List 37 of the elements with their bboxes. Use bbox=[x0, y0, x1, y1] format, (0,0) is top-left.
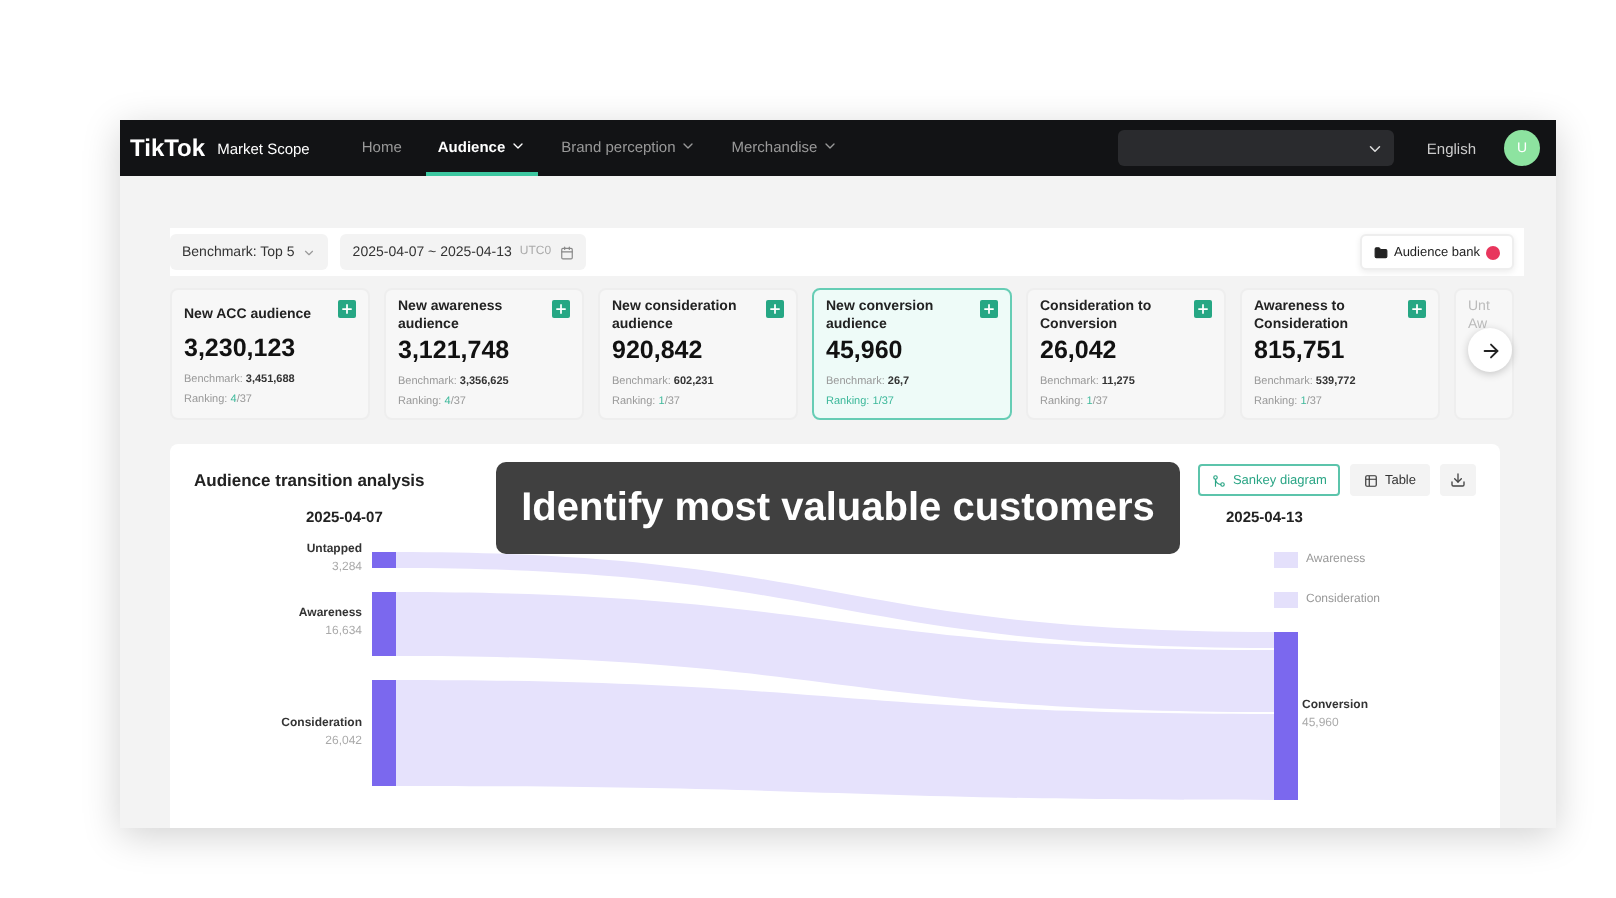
add-button[interactable] bbox=[1194, 300, 1212, 318]
logo[interactable]: TikTok bbox=[130, 134, 206, 162]
download-icon bbox=[1450, 472, 1466, 488]
plus-icon bbox=[1410, 302, 1424, 316]
card-value: 3,230,123 bbox=[184, 334, 298, 362]
panel-title: Audience transition analysis bbox=[194, 470, 425, 490]
legend-swatch bbox=[1274, 552, 1298, 568]
card-value: 920,842 bbox=[612, 336, 705, 364]
sankey-node bbox=[372, 552, 396, 568]
chevron-down-icon bbox=[302, 245, 317, 259]
card-value: 815,751 bbox=[1254, 336, 1347, 364]
plus-icon bbox=[982, 302, 996, 316]
table-icon bbox=[1364, 473, 1379, 487]
add-button[interactable] bbox=[980, 300, 998, 318]
arrow-right-icon bbox=[1479, 339, 1501, 361]
download-button[interactable] bbox=[1440, 464, 1476, 496]
calendar-icon bbox=[559, 245, 574, 259]
sankey-node bbox=[372, 592, 396, 656]
chevron-down-icon bbox=[509, 138, 526, 154]
plus-icon bbox=[554, 302, 568, 316]
plus-icon bbox=[1196, 302, 1210, 316]
add-button[interactable] bbox=[552, 300, 570, 318]
add-button[interactable] bbox=[766, 300, 784, 318]
legend-swatch bbox=[1274, 592, 1298, 608]
plus-icon bbox=[768, 302, 782, 316]
chevron-down-icon bbox=[679, 138, 696, 154]
add-button[interactable] bbox=[338, 300, 356, 318]
card-value: 45,960 bbox=[826, 336, 905, 364]
folder-icon bbox=[1373, 245, 1388, 259]
plus-icon bbox=[340, 302, 354, 316]
card-value: 3,121,748 bbox=[398, 336, 512, 364]
chevron-down-icon bbox=[821, 138, 838, 154]
sankey-node bbox=[372, 680, 396, 786]
add-button[interactable] bbox=[1408, 300, 1426, 318]
notification-dot bbox=[1486, 245, 1500, 259]
caption-overlay: Identify most valuable customers bbox=[496, 462, 1180, 554]
card-value: 26,042 bbox=[1040, 336, 1119, 364]
